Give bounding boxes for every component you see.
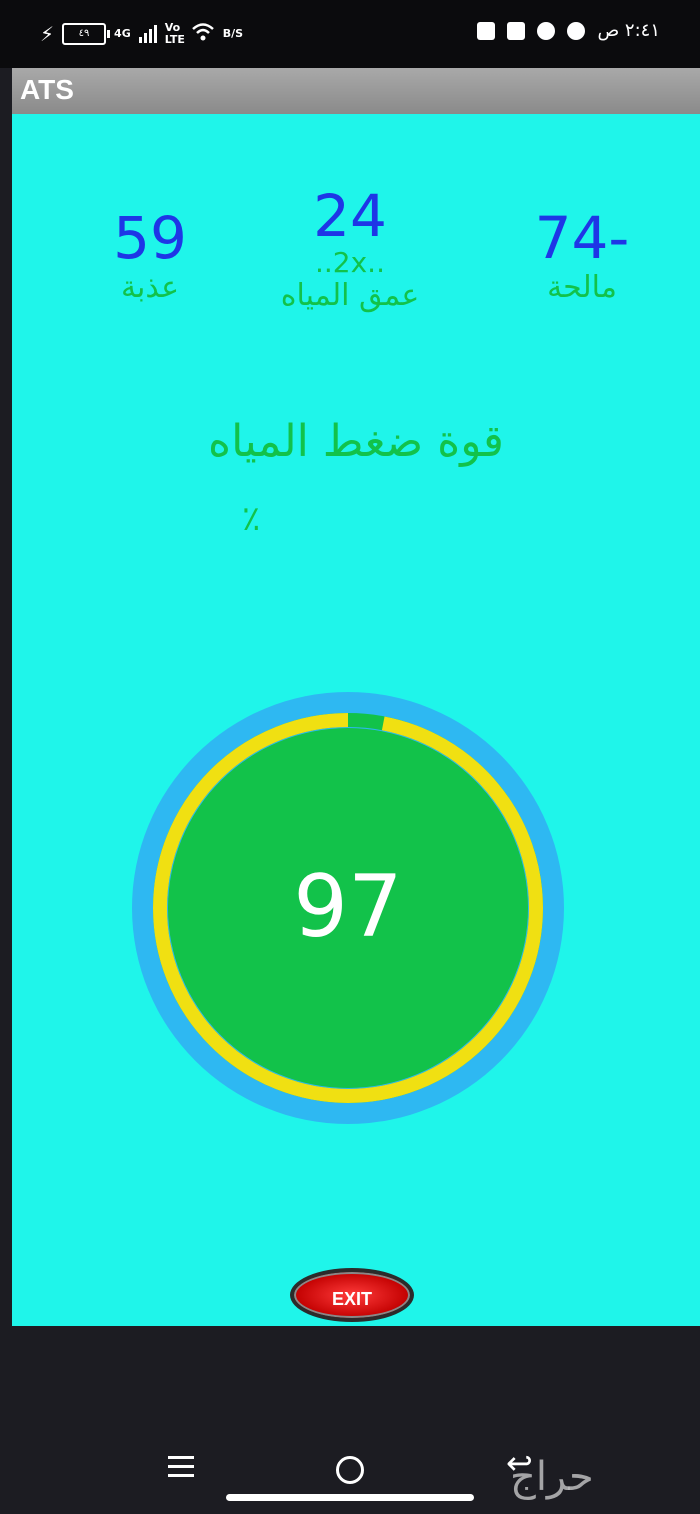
status-right: ٢:٤١ ص [477, 20, 660, 41]
signal-icon [138, 25, 157, 43]
watermark-logo: حراج [510, 1454, 594, 1500]
water-depth-label: عمق المياه [280, 278, 420, 313]
pressure-gauge: 97 [132, 692, 564, 1124]
gallery-icon [507, 21, 526, 40]
salty-water-value: 74- [534, 204, 630, 272]
water-depth-stat: 24 ..2x.. عمق المياه [260, 184, 440, 314]
wifi-icon [191, 22, 215, 46]
network-type: 4G [114, 27, 131, 40]
data-speed: B/S [222, 27, 244, 40]
volte-indicator: Vo LTE [164, 21, 185, 46]
app-title-bar: ATS [12, 68, 700, 114]
status-left: ⚡ ٤٩ 4G Vo LTE B/S [40, 20, 243, 48]
vibrate-icon [477, 21, 496, 40]
exit-button[interactable]: EXIT [290, 1268, 414, 1322]
android-icon [537, 21, 556, 40]
main-panel: 59 عذبة 24 ..2x.. عمق المياه 74- مالحة ق… [12, 114, 700, 1326]
pressure-title: قوة ضغط المياه [208, 416, 504, 467]
clock: ٢:٤١ ص [597, 20, 660, 41]
charging-icon: ⚡ [40, 22, 55, 46]
salty-water-label: مالحة [547, 270, 617, 305]
recents-icon[interactable] [168, 1456, 194, 1483]
navigation-bar: ↩ حراج [0, 1326, 700, 1514]
snapchat-icon [567, 21, 586, 40]
salty-water-stat: 74- مالحة [512, 206, 652, 306]
home-indicator[interactable] [226, 1494, 474, 1501]
fresh-water-label: عذبة [120, 270, 180, 305]
gauge-value: 97 [293, 857, 403, 957]
pressure-unit: ٪ [242, 499, 261, 539]
battery-icon: ٤٩ [62, 23, 111, 45]
home-icon[interactable] [336, 1456, 364, 1484]
depth-multiplier: ..2x.. [315, 246, 385, 279]
app-title: ATS [20, 74, 74, 105]
fresh-water-stat: 59 عذبة [80, 206, 220, 306]
fresh-water-value: 59 [113, 204, 187, 272]
water-depth-value: 24 [313, 182, 387, 250]
status-bar: ⚡ ٤٩ 4G Vo LTE B/S ٢:٤١ ص [0, 0, 700, 68]
